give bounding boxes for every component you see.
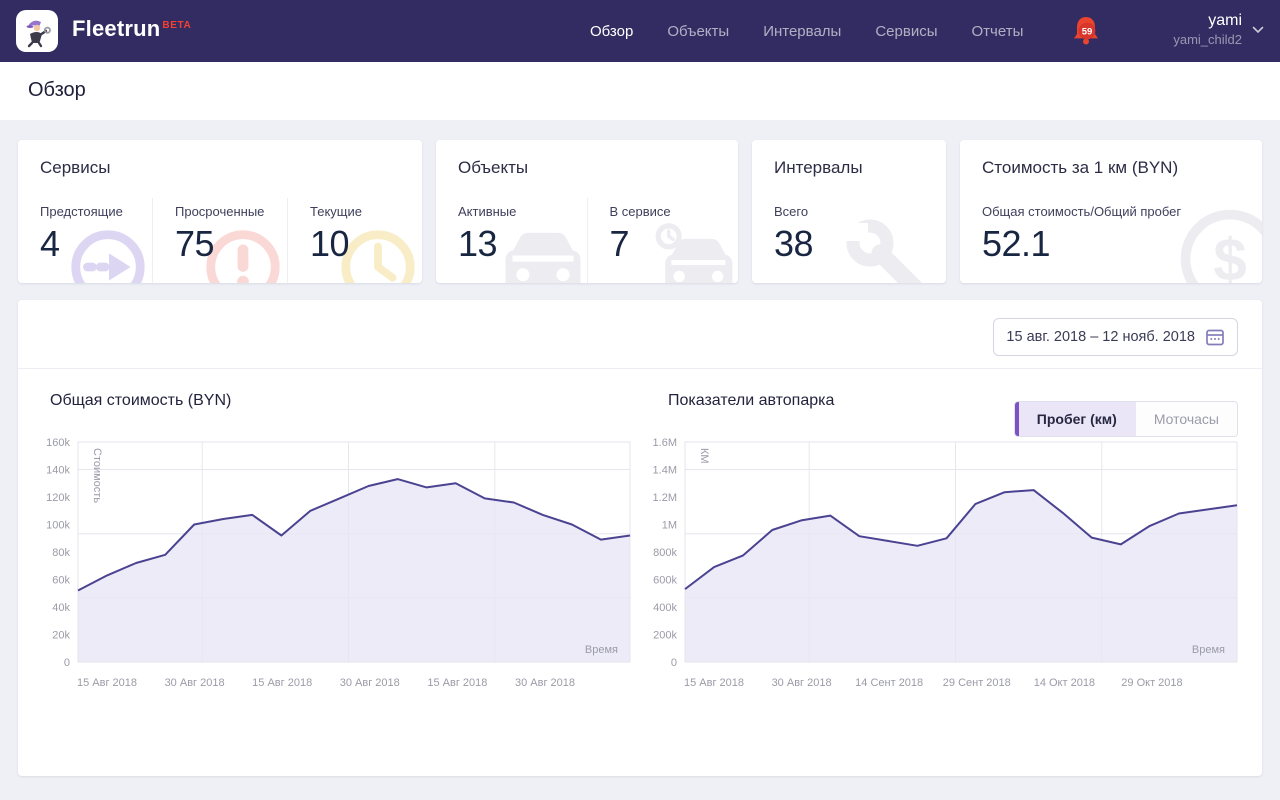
svg-text:140k: 140k: [46, 465, 70, 477]
stat-intervals-total: Всего 38: [752, 198, 946, 283]
svg-text:1.6M: 1.6M: [653, 437, 677, 449]
svg-text:1.4M: 1.4M: [653, 465, 677, 477]
card-title: Интервалы: [752, 140, 946, 178]
charts-panel: 15 авг. 2018 – 12 нояб. 2018 Общая стоим…: [18, 300, 1262, 776]
mechanic-mascot-icon: [20, 14, 54, 48]
notification-count: 59: [1082, 26, 1093, 37]
stat-cost-per-km: Общая стоимость/Общий пробег 52.1 $: [960, 198, 1262, 283]
page-title: Обзор: [28, 79, 86, 102]
svg-text:160k: 160k: [46, 437, 70, 449]
svg-text:100k: 100k: [46, 520, 70, 532]
units-card: Объекты Активные 13 В сервисе 7: [436, 140, 738, 283]
chevron-down-icon: [1252, 26, 1264, 34]
card-title: Сервисы: [18, 140, 422, 178]
svg-text:15 Авг 2018: 15 Авг 2018: [77, 677, 137, 689]
metric-tabs: Пробег (км) Моточасы: [1014, 401, 1238, 437]
svg-text:400k: 400k: [653, 602, 677, 614]
user-account: yami_child2: [1173, 31, 1242, 48]
svg-text:30 Авг 2018: 30 Авг 2018: [340, 677, 400, 689]
tab-mileage[interactable]: Пробег (км): [1019, 402, 1135, 436]
nav-item-services[interactable]: Сервисы: [875, 23, 937, 40]
svg-text:120k: 120k: [46, 492, 70, 504]
panel-divider: [18, 368, 1262, 369]
svg-text:15 Авг 2018: 15 Авг 2018: [684, 677, 744, 689]
svg-text:600k: 600k: [653, 575, 677, 587]
total-cost-chart[interactable]: 0 20k 40k 60k 80k 100k 120k 140k 160k 15 Авг 2018…: [24, 428, 644, 699]
svg-text:30 Авг 2018: 30 Авг 2018: [515, 677, 575, 689]
svg-text:1M: 1M: [662, 520, 677, 532]
svg-text:200k: 200k: [653, 630, 677, 642]
date-range-picker[interactable]: 15 авг. 2018 – 12 нояб. 2018: [993, 318, 1238, 356]
nav-item-intervals[interactable]: Интервалы: [763, 23, 841, 40]
svg-text:14 Сент 2018: 14 Сент 2018: [855, 677, 923, 689]
card-title: Объекты: [436, 140, 738, 178]
brand-title: FleetrunBETA: [72, 16, 191, 42]
svg-text:15 Авг 2018: 15 Авг 2018: [252, 677, 312, 689]
nav-item-units[interactable]: Объекты: [667, 23, 729, 40]
nav-item-reports[interactable]: Отчеты: [972, 23, 1024, 40]
svg-text:80k: 80k: [52, 547, 70, 559]
stat-units-in-service: В сервисе 7: [587, 198, 739, 283]
svg-text:Время: Время: [585, 644, 618, 656]
svg-text:800k: 800k: [653, 547, 677, 559]
notifications-bell[interactable]: 59: [1070, 14, 1102, 50]
tab-engine-hours[interactable]: Моточасы: [1135, 402, 1237, 436]
chart-title: Общая стоимость (BYN): [50, 392, 644, 412]
svg-text:29 Окт 2018: 29 Окт 2018: [1121, 677, 1182, 689]
cost-per-km-card: Стоимость за 1 км (BYN) Общая стоимость/…: [960, 140, 1262, 283]
stat-cards-row: Сервисы Предстоящие 4 Просроченные 75: [18, 140, 1262, 283]
page-header: Обзор: [0, 62, 1280, 120]
svg-text:60k: 60k: [52, 575, 70, 587]
card-title: Стоимость за 1 км (BYN): [960, 140, 1262, 178]
svg-text:Время: Время: [1192, 644, 1225, 656]
stat-active-units: Активные 13: [436, 198, 587, 283]
user-name: yami: [1173, 11, 1242, 31]
svg-text:0: 0: [671, 657, 677, 669]
svg-text:Стоимость: Стоимость: [91, 448, 103, 503]
stat-upcoming: Предстоящие 4: [18, 198, 152, 283]
fleet-metrics-chart[interactable]: 0 200k 400k 600k 800k 1M 1.2M 1.4M 1.6M 15 Авг 20…: [650, 428, 1262, 699]
svg-text:40k: 40k: [52, 602, 70, 614]
svg-text:1.2M: 1.2M: [653, 492, 677, 504]
user-menu[interactable]: yami yami_child2: [1173, 11, 1242, 48]
intervals-card: Интервалы Всего 38: [752, 140, 946, 283]
total-cost-chart-block: Общая стоимость (BYN) 0 20k 40k 60k 80k 100k 1…: [24, 378, 644, 699]
svg-text:20k: 20k: [52, 630, 70, 642]
date-range-label: 15 авг. 2018 – 12 нояб. 2018: [1006, 329, 1195, 345]
svg-text:КМ: КМ: [698, 448, 710, 464]
beta-badge: BETA: [162, 20, 191, 31]
fleetrun-logo[interactable]: [16, 10, 58, 52]
svg-text:14 Окт 2018: 14 Окт 2018: [1034, 677, 1095, 689]
svg-text:29 Сент 2018: 29 Сент 2018: [943, 677, 1011, 689]
stat-overdue: Просроченные 75: [152, 198, 287, 283]
services-card: Сервисы Предстоящие 4 Просроченные 75: [18, 140, 422, 283]
fleet-metrics-chart-block: Показатели автопарка Пробег (км) Моточас…: [650, 378, 1262, 699]
calendar-icon: [1205, 327, 1225, 347]
bell-icon: 59: [1070, 14, 1102, 50]
svg-text:30 Авг 2018: 30 Авг 2018: [165, 677, 225, 689]
svg-text:15 Авг 2018: 15 Авг 2018: [427, 677, 487, 689]
stat-current: Текущие 10: [287, 198, 422, 283]
svg-text:0: 0: [64, 657, 70, 669]
navbar: FleetrunBETA Обзор Объекты Интервалы Сер…: [0, 0, 1280, 62]
main-nav: Обзор Объекты Интервалы Сервисы Отчеты: [590, 0, 1023, 62]
svg-text:30 Авг 2018: 30 Авг 2018: [772, 677, 832, 689]
nav-item-overview[interactable]: Обзор: [590, 23, 633, 40]
